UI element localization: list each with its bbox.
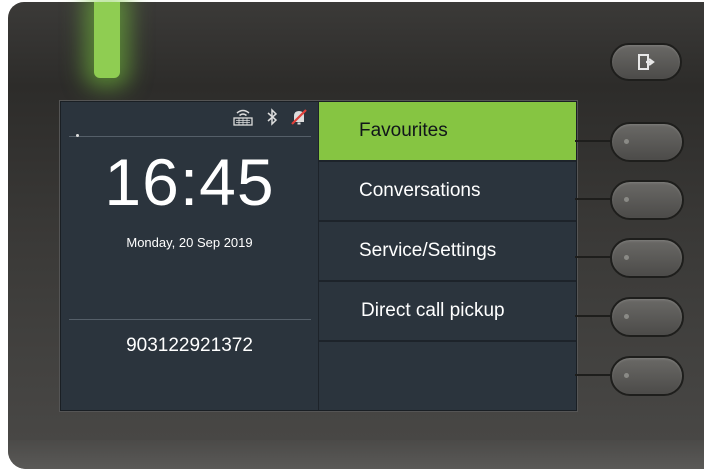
- idle-panel: 16:45 Monday, 20 Sep 2019 903122921372: [61, 102, 320, 410]
- key-connector: [575, 374, 613, 376]
- number-divider: [69, 319, 311, 320]
- key-connector: [575, 198, 613, 200]
- menu-item-conversations[interactable]: Conversations: [319, 162, 576, 222]
- exit-icon: [638, 53, 656, 76]
- exit-button[interactable]: [610, 43, 682, 81]
- menu-item-label: Direct call pickup: [361, 300, 505, 321]
- menu-item-label: Service/Settings: [359, 240, 497, 261]
- key-connector: [575, 256, 613, 258]
- softkey-1[interactable]: [610, 122, 684, 162]
- menu-item-direct-call-pickup[interactable]: Direct call pickup: [319, 282, 576, 342]
- menu-item-favourites[interactable]: Favourites: [319, 102, 576, 162]
- phone-bezel-bottom: [8, 440, 704, 469]
- softkey-5[interactable]: [610, 356, 684, 396]
- display-screen: 16:45 Monday, 20 Sep 2019 903122921372 F…: [60, 101, 577, 411]
- ringer-off-icon: [290, 108, 308, 126]
- status-dot: [76, 134, 79, 137]
- menu-item-service-settings[interactable]: Service/Settings: [319, 222, 576, 282]
- key-connector: [575, 315, 613, 317]
- softkey-2[interactable]: [610, 180, 684, 220]
- network-icon: [232, 108, 254, 126]
- main-menu: Favourites Conversations Service/Setting…: [319, 102, 576, 410]
- softkey-3[interactable]: [610, 238, 684, 278]
- date-label: Monday, 20 Sep 2019: [126, 235, 253, 250]
- bluetooth-icon: [266, 108, 278, 126]
- menu-item-empty: [319, 342, 576, 410]
- own-phone-number: 903122921372: [126, 335, 253, 356]
- status-divider: [69, 136, 311, 137]
- key-connector: [575, 140, 613, 142]
- message-led-indicator: [94, 2, 120, 78]
- clock: 16:45: [104, 145, 275, 219]
- menu-item-label: Conversations: [359, 180, 481, 201]
- softkey-4[interactable]: [610, 297, 684, 337]
- status-bar: [232, 108, 308, 126]
- menu-item-label: Favourites: [359, 120, 448, 141]
